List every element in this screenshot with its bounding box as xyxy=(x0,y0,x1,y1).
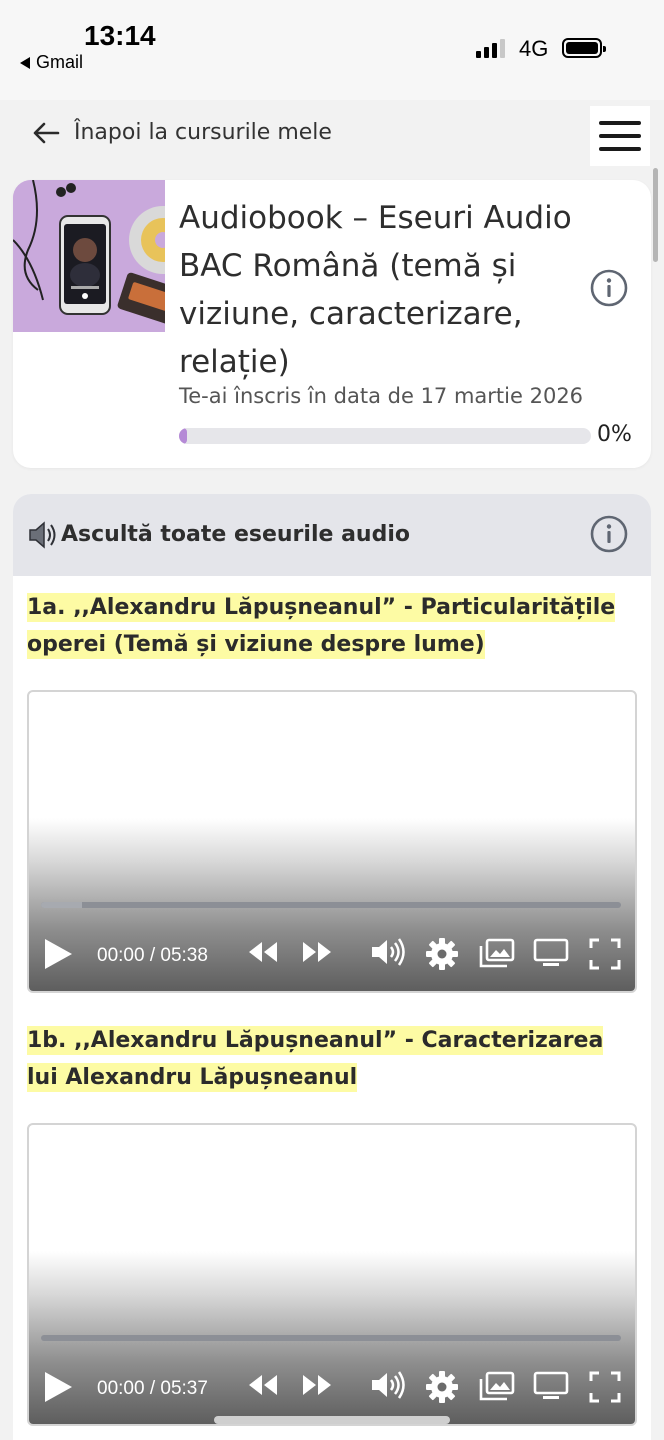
status-bar: 13:14 Gmail 4G xyxy=(0,0,664,100)
lesson-number: 1a. xyxy=(27,595,66,620)
rewind-button[interactable] xyxy=(247,940,279,964)
signal-icon xyxy=(476,38,505,58)
back-triangle-icon xyxy=(20,56,30,69)
volume-icon xyxy=(372,938,405,966)
play-icon xyxy=(45,939,72,969)
settings-button[interactable] xyxy=(425,937,459,971)
pip-button[interactable] xyxy=(479,1371,515,1401)
seek-buffered xyxy=(41,902,82,908)
seek-bar[interactable] xyxy=(41,902,621,908)
fullscreen-button[interactable] xyxy=(589,938,621,970)
cast-button[interactable] xyxy=(533,1371,569,1401)
hamburger-menu-button[interactable] xyxy=(590,106,650,166)
home-indicator[interactable] xyxy=(214,1416,450,1424)
lesson-title-1a[interactable]: 1a. ,,Alexandru Lăpușneanul” - Particula… xyxy=(27,589,637,663)
screen-icon xyxy=(533,938,569,966)
course-progress-fill xyxy=(179,428,188,444)
arrow-left-icon xyxy=(33,122,60,143)
course-title: Audiobook – Eseuri Audio BAC Română (tem… xyxy=(179,200,572,380)
audio-player-1b[interactable]: 00:00 / 05:37 xyxy=(27,1123,637,1426)
rewind-icon xyxy=(249,1375,277,1395)
network-type: 4G xyxy=(519,36,549,61)
play-icon xyxy=(45,1372,72,1402)
fullscreen-icon xyxy=(589,1371,621,1403)
section-title: Ascultă toate eseurile audio xyxy=(61,522,410,547)
enrollment-date: Te-ai înscris în data de 17 martie 2026 xyxy=(179,384,584,408)
fast-forward-button[interactable] xyxy=(301,1373,333,1397)
play-button[interactable] xyxy=(41,1369,75,1405)
time-display: 00:00 / 05:37 xyxy=(97,1378,208,1399)
lesson-number: 1b. xyxy=(27,1028,67,1053)
cast-button[interactable] xyxy=(533,938,569,968)
volume-icon xyxy=(372,1371,405,1399)
course-thumbnail xyxy=(13,180,165,332)
info-icon[interactable] xyxy=(589,268,629,308)
course-card: Audiobook – Eseuri Audio BAC Română (tem… xyxy=(13,180,651,468)
speaker-icon xyxy=(29,521,56,549)
volume-button[interactable] xyxy=(369,936,407,968)
section-info-icon[interactable] xyxy=(589,514,629,554)
back-to-courses-label: Înapoi la cursurile mele xyxy=(74,120,332,145)
volume-button[interactable] xyxy=(369,1369,407,1401)
settings-button[interactable] xyxy=(425,1370,459,1404)
picture-in-picture-icon xyxy=(479,1371,515,1401)
course-progress-bar xyxy=(179,428,591,444)
play-button[interactable] xyxy=(41,936,75,972)
fullscreen-button[interactable] xyxy=(589,1371,621,1403)
rewind-icon xyxy=(249,942,277,962)
audio-player-1a[interactable]: 00:00 / 05:38 xyxy=(27,690,637,993)
seek-bar[interactable] xyxy=(41,1335,621,1341)
screen-icon xyxy=(533,1371,569,1399)
back-app-label: Gmail xyxy=(36,52,84,72)
fast-forward-button[interactable] xyxy=(301,940,333,964)
gear-icon xyxy=(426,1371,458,1403)
fast-forward-icon xyxy=(303,942,331,962)
fullscreen-icon xyxy=(589,938,621,970)
back-to-app-link[interactable]: Gmail xyxy=(20,52,83,73)
back-to-courses-link[interactable]: Înapoi la cursurile mele xyxy=(32,120,332,145)
gear-icon xyxy=(426,938,458,970)
course-progress-text: 0% xyxy=(597,422,632,447)
fast-forward-icon xyxy=(303,1375,331,1395)
time-display: 00:00 / 05:38 xyxy=(97,945,208,966)
picture-in-picture-icon xyxy=(479,938,515,968)
lesson-section: Ascultă toate eseurile audio 1a. ,,Alexa… xyxy=(13,494,651,1440)
scrollbar[interactable] xyxy=(653,168,658,262)
pip-button[interactable] xyxy=(479,938,515,968)
status-time: 13:14 xyxy=(84,20,156,51)
lesson-title-text: ,,Alexandru Lăpușneanul” - Caracterizare… xyxy=(27,1028,604,1090)
lesson-title-1b[interactable]: 1b. ,,Alexandru Lăpușneanul” - Caracteri… xyxy=(27,1022,637,1096)
rewind-button[interactable] xyxy=(247,1373,279,1397)
section-header[interactable]: Ascultă toate eseurile audio xyxy=(13,494,651,576)
battery-icon xyxy=(562,38,606,58)
lesson-title-text: ,,Alexandru Lăpușneanul” - Particularită… xyxy=(27,595,616,657)
